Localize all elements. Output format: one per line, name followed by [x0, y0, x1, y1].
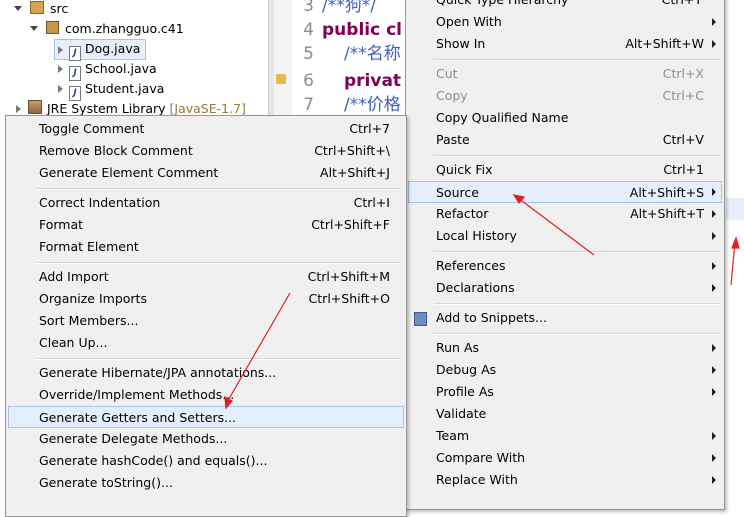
annotation-arrows: [224, 194, 740, 410]
annotation-arrow-source: [517, 197, 595, 256]
arrowhead-icon: [731, 236, 740, 249]
arrowhead-icon: [224, 395, 233, 410]
annotation-arrow-getters-setters: [225, 292, 291, 405]
